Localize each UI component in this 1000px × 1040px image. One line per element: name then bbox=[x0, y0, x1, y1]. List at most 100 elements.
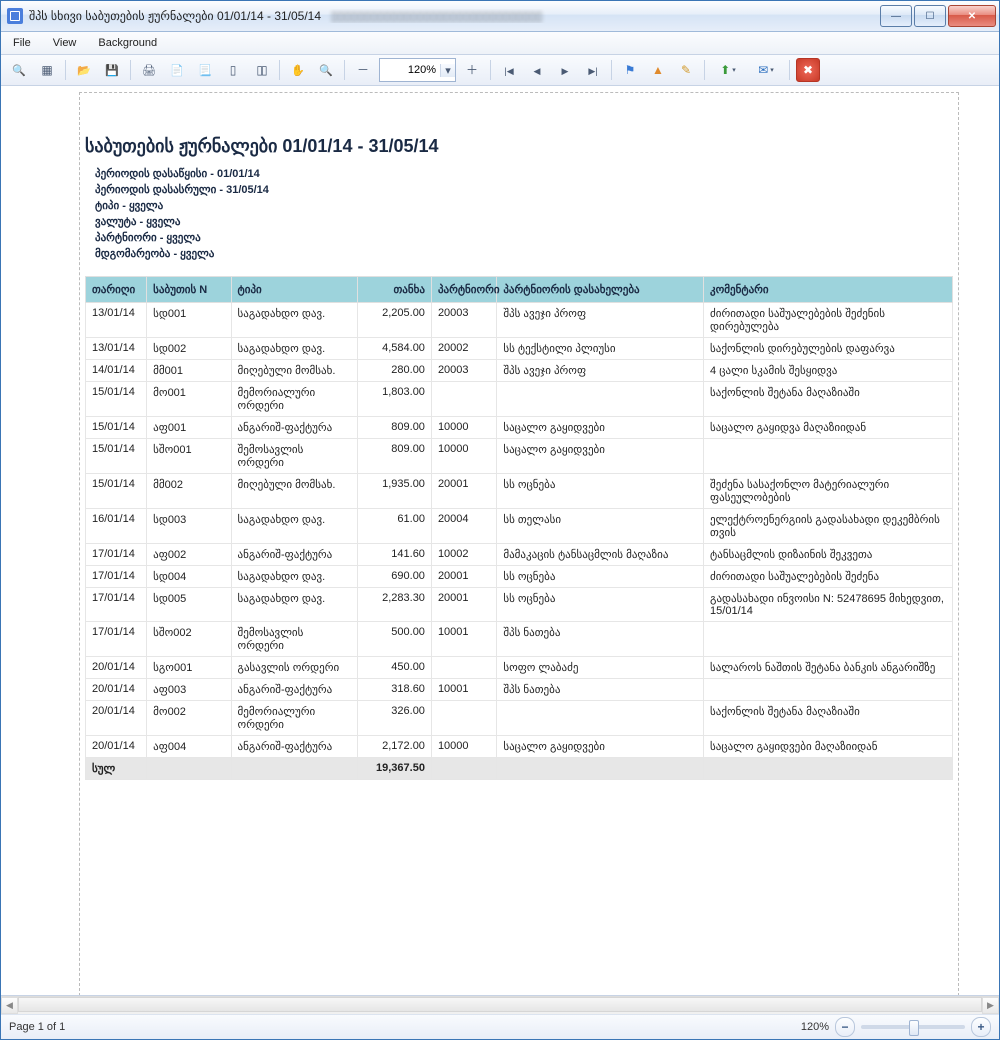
cell-type: ანგარიშ-ფაქტურა bbox=[231, 544, 358, 566]
zoom-out-icon bbox=[357, 64, 369, 76]
single-page-button[interactable] bbox=[221, 58, 245, 82]
cell-comment: საქონლის შეტანა მაღაზიაში bbox=[704, 701, 953, 736]
zoom-slider[interactable] bbox=[861, 1025, 965, 1029]
maximize-button[interactable]: ☐ bbox=[914, 5, 946, 27]
save-button[interactable] bbox=[100, 58, 124, 82]
zoom-out-status-button[interactable]: − bbox=[835, 1017, 855, 1037]
zoom-input[interactable] bbox=[380, 61, 440, 79]
report-viewer[interactable]: საბუთების ჟურნალები 01/01/14 - 31/05/14 … bbox=[1, 86, 999, 996]
magnifier-button[interactable] bbox=[314, 58, 338, 82]
close-report-button[interactable] bbox=[796, 58, 820, 82]
cell-comment bbox=[704, 622, 953, 657]
edit-button[interactable] bbox=[674, 58, 698, 82]
hand-tool-button[interactable] bbox=[286, 58, 310, 82]
cell-doc: სდ003 bbox=[147, 509, 231, 544]
color-button[interactable] bbox=[646, 58, 670, 82]
quick-print-icon bbox=[170, 64, 184, 77]
scroll-right-button[interactable]: ▶ bbox=[982, 997, 999, 1014]
cell-comment: ძირითადი საშუალებების შეძენა bbox=[704, 566, 953, 588]
cell-partner: 20001 bbox=[431, 474, 496, 509]
cell-pname: შპს ნათება bbox=[497, 622, 704, 657]
bookmark-button[interactable] bbox=[618, 58, 642, 82]
col-type: ტიპი bbox=[231, 277, 358, 303]
cell-amount: 280.00 bbox=[358, 360, 432, 382]
zoom-in-icon bbox=[466, 64, 478, 76]
cell-partner: 20003 bbox=[431, 360, 496, 382]
report-meta-row: ტიპი - ყველა bbox=[95, 199, 959, 212]
multi-page-icon bbox=[256, 64, 265, 76]
titlebar[interactable]: შპს სხივი საბუთების ჟურნალები 01/01/14 -… bbox=[1, 1, 999, 32]
prev-page-button[interactable] bbox=[525, 58, 549, 82]
cell-pname: სს ოცნება bbox=[497, 566, 704, 588]
scroll-track[interactable] bbox=[18, 997, 982, 1014]
table-row: 13/01/14სდ002საგადახდო დავ.4,584.0020002… bbox=[86, 338, 953, 360]
next-page-button[interactable] bbox=[553, 58, 577, 82]
cell-doc: სგო001 bbox=[147, 657, 231, 679]
page-setup-button[interactable] bbox=[193, 58, 217, 82]
separator bbox=[65, 60, 66, 80]
separator bbox=[490, 60, 491, 80]
cell-date: 15/01/14 bbox=[86, 474, 147, 509]
zoom-in-status-button[interactable]: + bbox=[971, 1017, 991, 1037]
cell-date: 17/01/14 bbox=[86, 544, 147, 566]
cell-partner: 10002 bbox=[431, 544, 496, 566]
cell-type: მიღებული მომსახ. bbox=[231, 474, 358, 509]
col-comment: კომენტარი bbox=[704, 277, 953, 303]
separator bbox=[789, 60, 790, 80]
cell-comment: გადასახადი ინვოისი N: 52478695 მიხედვით,… bbox=[704, 588, 953, 622]
cell-partner: 10000 bbox=[431, 736, 496, 758]
first-page-button[interactable] bbox=[497, 58, 521, 82]
col-date: თარიღი bbox=[86, 277, 147, 303]
cell-amount: 2,205.00 bbox=[358, 303, 432, 338]
last-page-button[interactable] bbox=[581, 58, 605, 82]
report-meta-row: მდგომარეობა - ყველა bbox=[95, 247, 959, 260]
cell-comment: საქონლის შეტანა მაღაზიაში bbox=[704, 382, 953, 417]
cell-amount: 318.60 bbox=[358, 679, 432, 701]
horizontal-scrollbar[interactable]: ◀ ▶ bbox=[1, 996, 999, 1014]
cell-type: მემორიალური ორდერი bbox=[231, 701, 358, 736]
thumbnails-button[interactable] bbox=[35, 58, 59, 82]
binoculars-icon bbox=[12, 64, 26, 77]
menu-file[interactable]: File bbox=[9, 35, 35, 51]
zoom-in-button[interactable] bbox=[460, 58, 484, 82]
cell-partner: 20001 bbox=[431, 588, 496, 622]
menu-view[interactable]: View bbox=[49, 35, 81, 51]
export-button[interactable]: ▾ bbox=[711, 58, 745, 82]
scroll-thumb[interactable] bbox=[18, 997, 982, 1012]
zoom-combo[interactable]: ▾ bbox=[379, 58, 456, 82]
separator bbox=[344, 60, 345, 80]
save-icon bbox=[105, 64, 119, 77]
cell-type: საგადახდო დავ. bbox=[231, 303, 358, 338]
zoom-dropdown[interactable]: ▾ bbox=[440, 64, 455, 77]
cell-type: ანგარიშ-ფაქტურა bbox=[231, 736, 358, 758]
menu-background[interactable]: Background bbox=[94, 35, 161, 51]
cell-date: 15/01/14 bbox=[86, 439, 147, 474]
table-row: 16/01/14სდ003საგადახდო დავ.61.0020004სს … bbox=[86, 509, 953, 544]
cell-amount: 690.00 bbox=[358, 566, 432, 588]
multi-page-button[interactable] bbox=[249, 58, 273, 82]
cell-pname: სს ოცნება bbox=[497, 474, 704, 509]
cell-doc: სშო001 bbox=[147, 439, 231, 474]
cell-amount: 1,935.00 bbox=[358, 474, 432, 509]
cell-partner: 20003 bbox=[431, 303, 496, 338]
table-row: 15/01/14სშო001შემოსავლის ორდერი809.00100… bbox=[86, 439, 953, 474]
scroll-left-button[interactable]: ◀ bbox=[1, 997, 18, 1014]
quick-print-button[interactable] bbox=[165, 58, 189, 82]
cell-doc: აფ004 bbox=[147, 736, 231, 758]
page-indicator: Page 1 of 1 bbox=[9, 1021, 65, 1033]
email-button[interactable]: ▾ bbox=[749, 58, 783, 82]
print-button[interactable] bbox=[137, 58, 161, 82]
cell-partner: 20001 bbox=[431, 566, 496, 588]
table-row: 17/01/14სდ004საგადახდო დავ.690.0020001სს… bbox=[86, 566, 953, 588]
cell-type: ანგარიშ-ფაქტურა bbox=[231, 417, 358, 439]
minimize-button[interactable]: — bbox=[880, 5, 912, 27]
cell-doc: სდ005 bbox=[147, 588, 231, 622]
hand-icon bbox=[291, 64, 305, 77]
zoom-slider-thumb[interactable] bbox=[909, 1020, 919, 1036]
col-partner-name: პარტნიორის დასახელება bbox=[497, 277, 704, 303]
zoom-out-button[interactable] bbox=[351, 58, 375, 82]
find-button[interactable] bbox=[7, 58, 31, 82]
open-button[interactable] bbox=[72, 58, 96, 82]
close-button[interactable]: ✕ bbox=[948, 5, 996, 27]
cell-amount: 500.00 bbox=[358, 622, 432, 657]
